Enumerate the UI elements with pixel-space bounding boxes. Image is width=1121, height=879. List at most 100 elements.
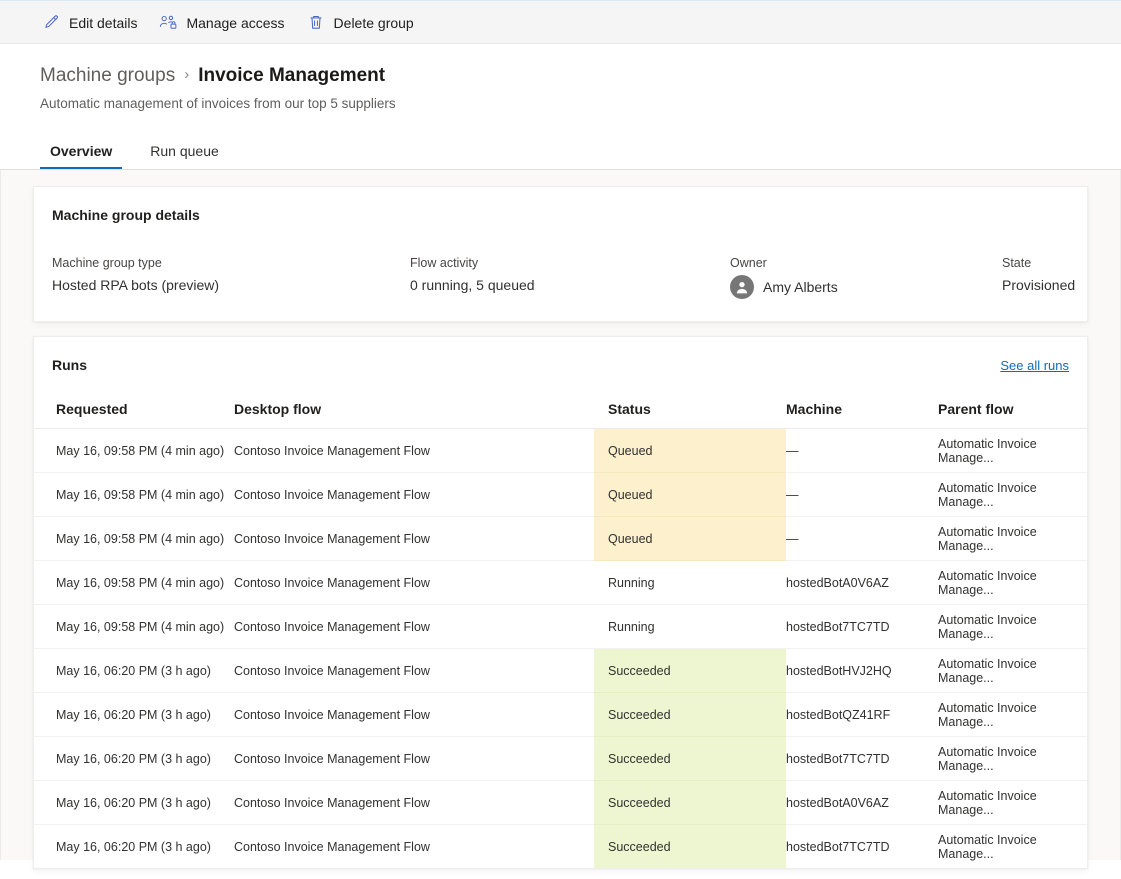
cell-requested: May 16, 06:20 PM (3 h ago) xyxy=(34,825,234,869)
cell-status: Succeeded xyxy=(594,649,786,693)
trash-icon xyxy=(307,13,325,31)
runs-table-header: Requested Desktop flow Status Machine Pa… xyxy=(34,401,1087,429)
cell-machine: — xyxy=(786,429,938,473)
table-row[interactable]: May 16, 06:20 PM (3 h ago)Contoso Invoic… xyxy=(34,825,1087,869)
breadcrumb: Machine groups › Invoice Management xyxy=(40,64,1081,88)
detail-owner: Owner Amy Alberts xyxy=(730,255,1002,299)
cell-parent-flow: Automatic Invoice Manage... xyxy=(938,561,1087,605)
cell-requested: May 16, 09:58 PM (4 min ago) xyxy=(34,517,234,561)
cell-requested: May 16, 06:20 PM (3 h ago) xyxy=(34,737,234,781)
cell-desktop-flow: Contoso Invoice Management Flow xyxy=(234,517,594,561)
column-header-requested[interactable]: Requested xyxy=(34,401,234,429)
cell-machine: — xyxy=(786,473,938,517)
cell-status: Running xyxy=(594,605,786,649)
cell-machine: hostedBotHVJ2HQ xyxy=(786,649,938,693)
cell-desktop-flow: Contoso Invoice Management Flow xyxy=(234,473,594,517)
cell-parent-flow: Automatic Invoice Manage... xyxy=(938,693,1087,737)
cell-parent-flow: Automatic Invoice Manage... xyxy=(938,517,1087,561)
table-row[interactable]: May 16, 09:58 PM (4 min ago)Contoso Invo… xyxy=(34,517,1087,561)
table-row[interactable]: May 16, 06:20 PM (3 h ago)Contoso Invoic… xyxy=(34,649,1087,693)
column-header-desktop-flow[interactable]: Desktop flow xyxy=(234,401,594,429)
machine-group-details-card: Machine group details Machine group type… xyxy=(33,186,1088,322)
cell-desktop-flow: Contoso Invoice Management Flow xyxy=(234,429,594,473)
cell-desktop-flow: Contoso Invoice Management Flow xyxy=(234,737,594,781)
detail-state: State Provisioned xyxy=(1002,255,1075,299)
cell-status: Queued xyxy=(594,473,786,517)
page-subtitle: Automatic management of invoices from ou… xyxy=(40,95,1081,113)
manage-access-button[interactable]: Manage access xyxy=(155,6,294,38)
cell-desktop-flow: Contoso Invoice Management Flow xyxy=(234,649,594,693)
runs-card: Runs See all runs Requested Desktop flow… xyxy=(33,336,1088,869)
cell-requested: May 16, 09:58 PM (4 min ago) xyxy=(34,605,234,649)
detail-machine-group-type: Machine group type Hosted RPA bots (prev… xyxy=(52,255,410,299)
detail-flow-activity-label: Flow activity xyxy=(410,255,730,271)
cell-machine: — xyxy=(786,517,938,561)
cell-status: Succeeded xyxy=(594,693,786,737)
cell-desktop-flow: Contoso Invoice Management Flow xyxy=(234,605,594,649)
cell-machine: hostedBot7TC7TD xyxy=(786,605,938,649)
tab-overview[interactable]: Overview xyxy=(40,142,122,169)
command-bar: Edit details Manage access xyxy=(0,0,1121,44)
avatar xyxy=(730,275,754,299)
cell-status: Succeeded xyxy=(594,737,786,781)
cell-machine: hostedBot7TC7TD xyxy=(786,825,938,869)
manage-access-icon xyxy=(159,13,177,31)
table-row[interactable]: May 16, 09:58 PM (4 min ago)Contoso Invo… xyxy=(34,605,1087,649)
detail-state-value: Provisioned xyxy=(1002,275,1075,295)
table-row[interactable]: May 16, 06:20 PM (3 h ago)Contoso Invoic… xyxy=(34,781,1087,825)
cell-requested: May 16, 09:58 PM (4 min ago) xyxy=(34,429,234,473)
pencil-icon xyxy=(42,13,60,31)
cell-parent-flow: Automatic Invoice Manage... xyxy=(938,781,1087,825)
page-title: Invoice Management xyxy=(198,64,385,88)
cell-parent-flow: Automatic Invoice Manage... xyxy=(938,825,1087,869)
detail-flow-activity: Flow activity 0 running, 5 queued xyxy=(410,255,730,299)
tab-run-queue[interactable]: Run queue xyxy=(140,142,229,169)
table-row[interactable]: May 16, 09:58 PM (4 min ago)Contoso Invo… xyxy=(34,561,1087,605)
cell-desktop-flow: Contoso Invoice Management Flow xyxy=(234,693,594,737)
tab-run-queue-label: Run queue xyxy=(150,143,219,159)
cell-machine: hostedBotQZ41RF xyxy=(786,693,938,737)
runs-card-header: Runs See all runs xyxy=(34,337,1087,375)
page-content: Machine group details Machine group type… xyxy=(0,170,1121,860)
cell-parent-flow: Automatic Invoice Manage... xyxy=(938,649,1087,693)
column-header-status[interactable]: Status xyxy=(594,401,786,429)
machine-group-detail-page: Edit details Manage access xyxy=(0,0,1121,879)
breadcrumb-parent-link[interactable]: Machine groups xyxy=(40,64,175,88)
edit-details-button[interactable]: Edit details xyxy=(38,6,147,38)
delete-group-button[interactable]: Delete group xyxy=(303,6,424,38)
column-header-machine[interactable]: Machine xyxy=(786,401,938,429)
cell-desktop-flow: Contoso Invoice Management Flow xyxy=(234,781,594,825)
cell-machine: hostedBotA0V6AZ xyxy=(786,561,938,605)
detail-owner-value: Amy Alberts xyxy=(763,277,838,297)
runs-table-body: May 16, 09:58 PM (4 min ago)Contoso Invo… xyxy=(34,429,1087,869)
cell-requested: May 16, 06:20 PM (3 h ago) xyxy=(34,649,234,693)
table-row[interactable]: May 16, 09:58 PM (4 min ago)Contoso Invo… xyxy=(34,473,1087,517)
detail-machine-group-type-value: Hosted RPA bots (preview) xyxy=(52,275,410,295)
table-header-row: Requested Desktop flow Status Machine Pa… xyxy=(34,401,1087,429)
see-all-runs-link[interactable]: See all runs xyxy=(1000,358,1069,373)
page-header: Machine groups › Invoice Management Auto… xyxy=(0,44,1121,169)
cell-machine: hostedBotA0V6AZ xyxy=(786,781,938,825)
cell-machine: hostedBot7TC7TD xyxy=(786,737,938,781)
cell-desktop-flow: Contoso Invoice Management Flow xyxy=(234,825,594,869)
manage-access-label: Manage access xyxy=(186,15,284,30)
cell-parent-flow: Automatic Invoice Manage... xyxy=(938,473,1087,517)
detail-flow-activity-value: 0 running, 5 queued xyxy=(410,275,730,295)
runs-title: Runs xyxy=(52,355,87,375)
cell-requested: May 16, 09:58 PM (4 min ago) xyxy=(34,561,234,605)
delete-group-label: Delete group xyxy=(334,15,414,30)
chevron-right-icon: › xyxy=(184,63,189,87)
cell-status: Running xyxy=(594,561,786,605)
column-header-parent-flow[interactable]: Parent flow xyxy=(938,401,1087,429)
table-row[interactable]: May 16, 06:20 PM (3 h ago)Contoso Invoic… xyxy=(34,693,1087,737)
cell-requested: May 16, 09:58 PM (4 min ago) xyxy=(34,473,234,517)
detail-machine-group-type-label: Machine group type xyxy=(52,255,410,271)
cell-requested: May 16, 06:20 PM (3 h ago) xyxy=(34,781,234,825)
table-row[interactable]: May 16, 06:20 PM (3 h ago)Contoso Invoic… xyxy=(34,737,1087,781)
cell-status: Succeeded xyxy=(594,781,786,825)
cell-parent-flow: Automatic Invoice Manage... xyxy=(938,737,1087,781)
edit-details-label: Edit details xyxy=(69,15,137,30)
table-row[interactable]: May 16, 09:58 PM (4 min ago)Contoso Invo… xyxy=(34,429,1087,473)
detail-state-label: State xyxy=(1002,255,1075,271)
runs-table: Requested Desktop flow Status Machine Pa… xyxy=(34,401,1087,868)
